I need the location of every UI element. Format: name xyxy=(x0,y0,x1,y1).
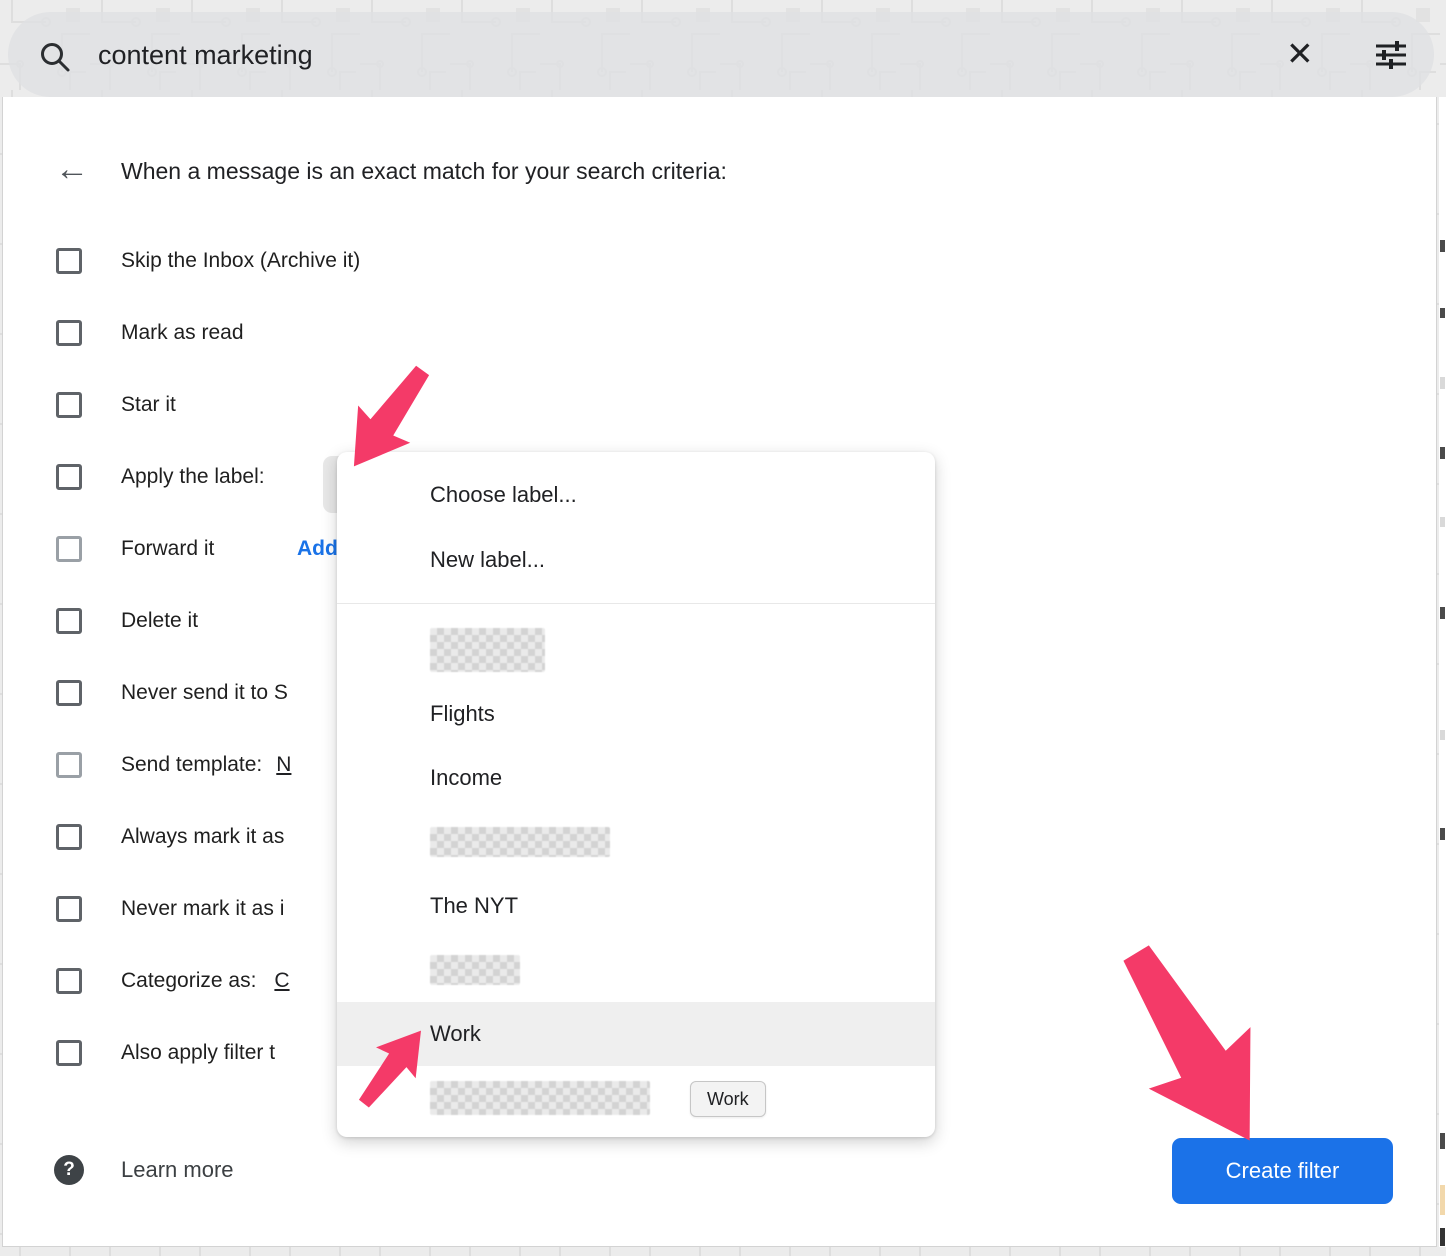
checkbox-also-apply[interactable] xyxy=(56,1040,82,1066)
menu-item-the-nyt[interactable]: The NYT xyxy=(337,874,935,938)
panel-title: When a message is an exact match for you… xyxy=(121,158,727,185)
search-input[interactable] xyxy=(96,31,1150,79)
option-row-skip-inbox: Skip the Inbox (Archive it) xyxy=(56,225,360,297)
menu-item-choose-label[interactable]: Choose label... xyxy=(337,462,935,527)
search-icon[interactable] xyxy=(38,40,72,74)
option-label: Always mark it as xyxy=(121,825,284,849)
option-label: Never mark it as i xyxy=(121,897,284,921)
menu-item-redacted-label[interactable] xyxy=(337,810,935,874)
add-forwarding-link[interactable]: Add xyxy=(297,537,337,561)
option-label: Mark as read xyxy=(121,321,244,345)
menu-item-income[interactable]: Income xyxy=(337,746,935,810)
checkbox-send-template[interactable] xyxy=(56,752,82,778)
category-value-link[interactable]: C xyxy=(274,969,289,993)
checkbox-categorize[interactable] xyxy=(56,968,82,994)
close-icon[interactable]: ✕ xyxy=(1286,31,1314,77)
option-label: Never send it to S xyxy=(121,681,288,705)
option-row-never-spam: Never send it to S xyxy=(56,657,337,729)
option-row-categorize: Categorize as: C xyxy=(56,945,337,1017)
menu-item-new-label[interactable]: New label... xyxy=(337,527,935,592)
help-icon[interactable]: ? xyxy=(54,1155,84,1185)
back-arrow-icon[interactable]: ← xyxy=(55,150,89,189)
option-label: Also apply filter t xyxy=(121,1041,275,1065)
option-label: Apply the label: xyxy=(121,465,265,489)
option-label: Send template: xyxy=(121,753,262,777)
menu-item-redacted-label[interactable] xyxy=(337,618,935,682)
create-filter-button[interactable]: Create filter xyxy=(1172,1138,1393,1204)
checkbox-never-spam[interactable] xyxy=(56,680,82,706)
tune-filters-icon[interactable] xyxy=(1374,40,1408,70)
option-row-never-important: Never mark it as i xyxy=(56,873,337,945)
search-bar[interactable]: ✕ xyxy=(8,12,1434,97)
checkbox-mark-read[interactable] xyxy=(56,320,82,346)
checkbox-apply-label[interactable] xyxy=(56,464,82,490)
option-label: Forward it xyxy=(121,537,214,561)
checkbox-forward-it[interactable] xyxy=(56,536,82,562)
option-row-mark-read: Mark as read xyxy=(56,297,360,369)
menu-item-work[interactable]: Work xyxy=(337,1002,935,1066)
redacted-text xyxy=(430,628,545,672)
redacted-text xyxy=(430,1081,650,1115)
option-row-also-apply: Also apply filter t xyxy=(56,1017,337,1089)
option-row-always-important: Always mark it as xyxy=(56,801,337,873)
menu-item-redacted-label[interactable] xyxy=(337,938,935,1002)
checkbox-delete-it[interactable] xyxy=(56,608,82,634)
option-row-star-it: Star it xyxy=(56,369,360,441)
gmail-filter-screen: ✕ ← When a message is an exact match for… xyxy=(0,0,1446,1256)
checkbox-skip-inbox[interactable] xyxy=(56,248,82,274)
checkbox-always-important[interactable] xyxy=(56,824,82,850)
redacted-text xyxy=(430,827,610,857)
option-row-forward-it: Forward it Add xyxy=(56,513,337,585)
learn-more-label: Learn more xyxy=(121,1157,234,1183)
background-content-strip xyxy=(1439,97,1446,1247)
learn-more-link[interactable]: ? Learn more xyxy=(54,1155,234,1185)
checkbox-star-it[interactable] xyxy=(56,392,82,418)
menu-item-redacted-label[interactable]: Work xyxy=(337,1066,935,1130)
option-label: Delete it xyxy=(121,609,198,633)
option-row-send-template: Send template: N xyxy=(56,729,337,801)
option-label: Categorize as: xyxy=(121,969,256,993)
redacted-text xyxy=(430,955,520,985)
option-row-delete-it: Delete it xyxy=(56,585,337,657)
option-row-apply-label: Apply the label: xyxy=(56,441,337,513)
checkbox-never-important[interactable] xyxy=(56,896,82,922)
menu-item-flights[interactable]: Flights xyxy=(337,682,935,746)
option-label: Skip the Inbox (Archive it) xyxy=(121,249,360,273)
filter-options-list: Skip the Inbox (Archive it) Mark as read… xyxy=(56,225,360,1089)
work-tooltip: Work xyxy=(690,1081,766,1117)
template-value-link[interactable]: N xyxy=(276,753,291,777)
option-label: Star it xyxy=(121,393,176,417)
label-dropdown-menu: Choose label... New label... Flights Inc… xyxy=(337,452,935,1137)
